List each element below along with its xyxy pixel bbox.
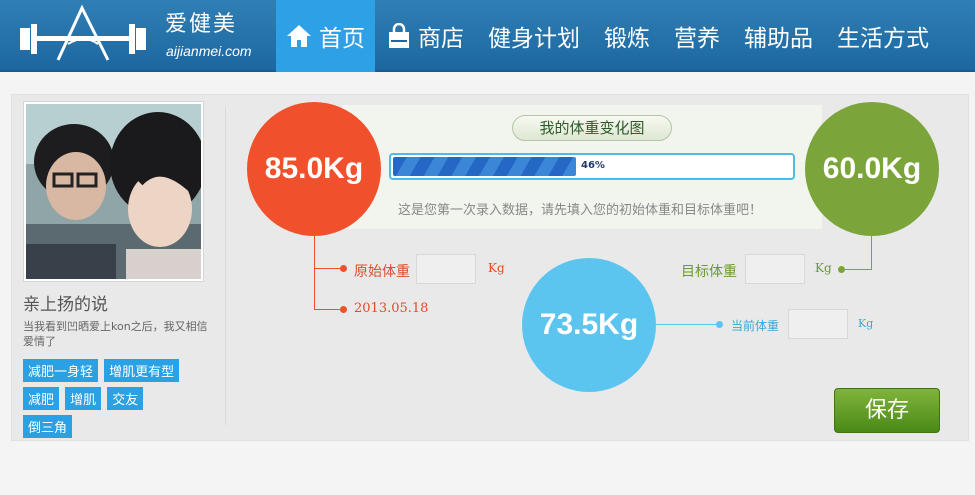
connector-dot (716, 321, 723, 328)
tag-item[interactable]: 增肌更有型 (104, 359, 180, 382)
weight-progress-bar: 46% (389, 153, 795, 180)
app-root: 爱健美 aijianmei.com 首页 商店 健身计划 锻炼 营养 辅助品 生… (0, 0, 975, 495)
tag-item[interactable]: 增肌 (65, 387, 102, 410)
tag-item[interactable]: 减肥 (23, 387, 60, 410)
target-weight-unit: Kg (815, 261, 832, 275)
nav-label-home: 首页 (319, 26, 365, 52)
connector-line (314, 236, 315, 310)
nav-item-home[interactable]: 首页 (276, 0, 375, 72)
connector-dot (340, 265, 347, 272)
avatar[interactable] (23, 101, 204, 282)
nav-item-nutrition[interactable]: 营养 (662, 0, 732, 72)
target-weight-circle: 60.0Kg (805, 102, 939, 236)
target-weight-label: 目标体重 (681, 264, 737, 280)
home-icon (286, 23, 312, 49)
tag-item[interactable]: 倒三角 (23, 415, 73, 438)
progress-fill (393, 157, 577, 176)
logo-domain-text: aijianmei.com (166, 43, 252, 59)
current-weight-circle: 73.5Kg (522, 258, 656, 392)
save-button[interactable]: 保存 (834, 388, 940, 433)
nav-item-lifestyle[interactable]: 生活方式 (825, 0, 941, 72)
dumbbell-logo-icon (20, 4, 146, 61)
record-date: 2013.05.18 (354, 301, 429, 316)
divider (225, 107, 226, 425)
profile-username[interactable]: 亲上扬的说 (23, 290, 108, 315)
target-weight-input[interactable] (745, 254, 805, 284)
current-weight-label: 当前体重 (731, 319, 780, 333)
tag-item[interactable]: 减肥一身轻 (23, 359, 99, 382)
current-weight-unit: Kg (858, 317, 874, 330)
connector-line (871, 236, 872, 269)
site-logo[interactable]: 爱健美 aijianmei.com (0, 0, 276, 72)
profile-tags: 减肥一身轻 增肌更有型 减肥 增肌 交友 倒三角 (23, 359, 213, 443)
connector-line (656, 324, 720, 325)
current-weight-input[interactable] (788, 309, 848, 339)
main-nav: 首页 商店 健身计划 锻炼 营养 辅助品 生活方式 (276, 0, 941, 72)
profile-bio: 当我看到凹晒爱上kon之后，我又相信爱情了 (23, 320, 208, 348)
nav-item-fitness-plan[interactable]: 健身计划 (476, 0, 592, 72)
connector-dot (838, 266, 845, 273)
nav-label-shop: 商店 (418, 26, 464, 52)
original-weight-label: 原始体重 (354, 264, 410, 280)
shopping-bag-icon (387, 23, 411, 49)
site-header: 爱健美 aijianmei.com 首页 商店 健身计划 锻炼 营养 辅助品 生… (0, 0, 975, 72)
progress-label: 46% (581, 160, 605, 171)
tag-item[interactable]: 交友 (107, 387, 144, 410)
first-entry-hint: 这是您第一次录入数据，请先填入您的初始体重和目标体重吧！ (398, 203, 763, 218)
weight-chart-title: 我的体重变化图 (512, 115, 672, 141)
nav-item-shop[interactable]: 商店 (375, 0, 476, 72)
avatar-photo-icon (26, 104, 201, 279)
original-weight-unit: Kg (488, 261, 505, 275)
connector-line (843, 269, 872, 270)
connector-dot (340, 306, 347, 313)
nav-item-supplements[interactable]: 辅助品 (732, 0, 825, 72)
original-weight-circle: 85.0Kg (247, 102, 381, 236)
original-weight-input[interactable] (416, 254, 476, 284)
logo-chinese-text: 爱健美 (165, 12, 238, 37)
nav-item-workout[interactable]: 锻炼 (592, 0, 662, 72)
